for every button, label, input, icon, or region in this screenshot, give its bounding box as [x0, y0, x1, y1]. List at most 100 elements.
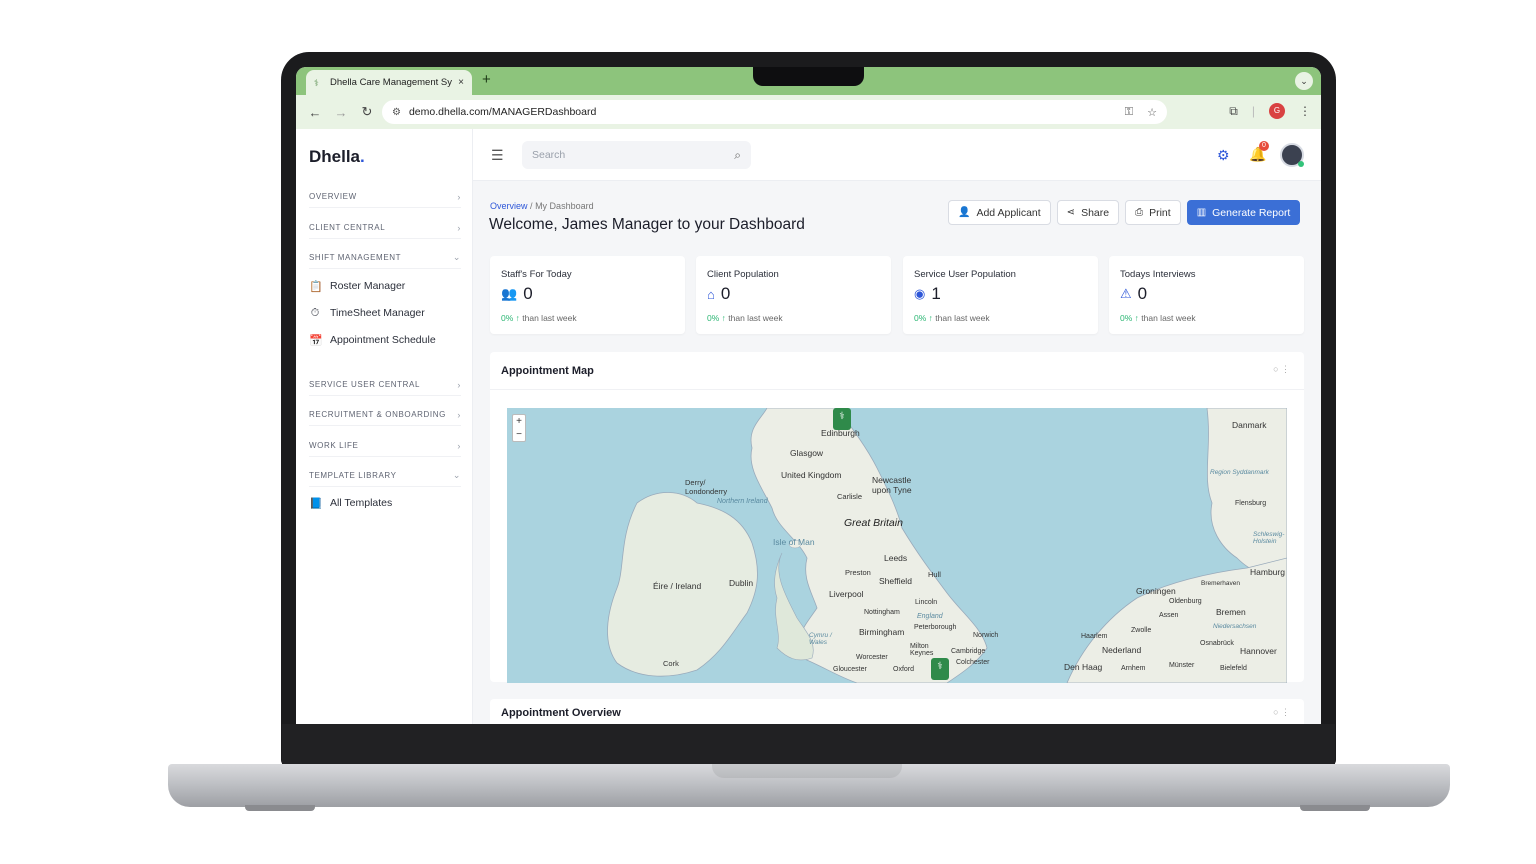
reload-icon[interactable]: ↻: [356, 104, 378, 120]
bookmark-star-icon[interactable]: ☆: [1147, 106, 1157, 119]
action-buttons: 👤 Add Applicant ⋖ Share ⎙ Print ▥ Generate R…: [948, 200, 1301, 225]
sidebar-section-overview[interactable]: OVERVIEW ›: [309, 186, 461, 208]
map-label: Leeds: [884, 553, 908, 563]
map-label: Great Britain: [844, 517, 903, 529]
map-label: Carlisle: [837, 492, 863, 501]
zoom-in-button[interactable]: +: [513, 415, 525, 428]
sidebar-section-client-central[interactable]: CLIENT CENTRAL ›: [309, 217, 461, 239]
address-bar[interactable]: ⚙ demo.dhella.com/MANAGERDashboard ⚿ ☆: [382, 100, 1167, 124]
map-label: Cymru / Wales: [809, 632, 832, 646]
toolbar-divider: |: [1251, 104, 1255, 118]
camera-notch: [753, 67, 864, 86]
map-label: Dublin: [729, 578, 754, 588]
sidebar-section-work-life[interactable]: WORK LIFE ›: [309, 435, 461, 457]
zoom-out-button[interactable]: −: [513, 428, 525, 441]
chevron-down-icon: ⌄: [452, 252, 461, 262]
laptop-mockup: ⚕ Dhella Care Management Sys × + ⌄ ← → ↻…: [0, 0, 1536, 864]
card-tools[interactable]: ○ ⋮: [1273, 364, 1290, 375]
browser-tab[interactable]: ⚕ Dhella Care Management Sys ×: [306, 70, 472, 95]
map-label: Arnhem: [1121, 665, 1146, 672]
card-title: Appointment Map: [501, 365, 594, 377]
sidebar-section-recruitment[interactable]: RECRUITMENT & ONBOARDING ›: [309, 404, 461, 426]
sidebar-section-shift-management[interactable]: SHIFT MANAGEMENT ⌄: [309, 247, 461, 269]
map-label: Worcester: [856, 654, 888, 661]
forward-icon[interactable]: →: [330, 105, 352, 120]
generate-report-button[interactable]: ▥ Generate Report: [1186, 200, 1301, 225]
share-icon: ⋖: [1066, 207, 1076, 218]
sidebar-section-service-user-central[interactable]: SERVICE USER CENTRAL ›: [309, 374, 461, 396]
map-land-shapes: [607, 408, 1287, 683]
breadcrumb-overview-link[interactable]: Overview: [490, 201, 528, 211]
profile-avatar-icon[interactable]: G: [1269, 103, 1285, 119]
laptop-bezel: [282, 724, 1335, 764]
sidebar-section-template-library[interactable]: TEMPLATE LIBRARY ⌄: [309, 465, 461, 487]
sidebar-item-timesheet-manager[interactable]: ⏱ TimeSheet Manager: [309, 303, 425, 323]
user-add-icon: 👤: [958, 207, 971, 218]
map-label: Éire / Ireland: [653, 581, 702, 591]
search-placeholder: Search: [532, 149, 566, 161]
print-button[interactable]: ⎙ Print: [1125, 200, 1181, 225]
notification-badge: 0: [1259, 141, 1269, 151]
map-label: Groningen: [1136, 586, 1176, 596]
printer-icon: ⎙: [1135, 207, 1144, 218]
map-label: Colchester: [956, 659, 990, 666]
map-label: Milton Keynes: [910, 643, 934, 657]
map-label: Lincoln: [915, 599, 938, 606]
password-key-icon[interactable]: ⚿: [1125, 106, 1133, 119]
map-label: Glasgow: [790, 448, 824, 458]
chevron-right-icon: ›: [457, 222, 461, 233]
share-button[interactable]: ⋖ Share: [1056, 200, 1120, 225]
card-title: Appointment Overview: [501, 707, 621, 719]
warning-triangle-icon: ⚠: [1120, 286, 1132, 301]
page-title: Welcome, James Manager to your Dashboard: [489, 216, 805, 233]
card-tools[interactable]: ○ ⋮: [1273, 707, 1290, 718]
appointment-map-card: Appointment Map ○ ⋮ + − Edinburgh Glasgo…: [490, 352, 1304, 683]
browser-menu-icon[interactable]: ⋮: [1299, 104, 1311, 118]
user-circle-icon: ◉: [914, 286, 926, 301]
map-label: Nottingham: [864, 609, 900, 616]
sidebar-item-all-templates[interactable]: 📘 All Templates: [309, 493, 392, 513]
close-tab-icon[interactable]: ×: [458, 77, 464, 88]
map-label: Isle of Man: [773, 537, 815, 547]
stat-value: 0: [523, 284, 533, 303]
breadcrumb-current: My Dashboard: [535, 201, 594, 211]
map-label: Liverpool: [829, 589, 864, 599]
sidebar-item-appointment-schedule[interactable]: 📅 Appointment Schedule: [309, 330, 436, 350]
back-icon[interactable]: ←: [304, 105, 326, 120]
new-tab-button[interactable]: +: [482, 71, 491, 88]
map-label: Newcastle upon Tyne: [872, 475, 912, 495]
map-label: United Kingdom: [781, 470, 842, 480]
stat-card-todays-interviews: Todays Interviews ⚠ 0 0% ↑ than last week: [1109, 256, 1304, 334]
laptop-screen: ⚕ Dhella Care Management Sys × + ⌄ ← → ↻…: [296, 67, 1321, 724]
add-applicant-button[interactable]: 👤 Add Applicant: [948, 200, 1051, 225]
map-label: Norwich: [973, 632, 999, 639]
map-label: Danmark: [1232, 420, 1267, 430]
map-label: Schleswig-Holstein: [1253, 531, 1285, 545]
map-zoom-control: + −: [512, 414, 526, 442]
app-logo[interactable]: Dhella.: [309, 147, 365, 167]
tab-search-button[interactable]: ⌄: [1295, 72, 1313, 90]
map-label: Osnabrück: [1200, 640, 1234, 647]
appointment-overview-card: Appointment Overview ○ ⋮: [490, 699, 1304, 724]
book-icon: 📘: [309, 497, 323, 510]
appointment-pin-icon[interactable]: ⚕: [833, 408, 851, 430]
settings-gear-icon[interactable]: ⚙: [1217, 147, 1230, 164]
extensions-icon[interactable]: ⧉: [1229, 104, 1238, 119]
stat-value: 0: [1137, 284, 1148, 303]
sidebar-item-roster-manager[interactable]: 📋 Roster Manager: [309, 276, 405, 296]
map-label: Hull: [928, 570, 941, 579]
map-label: Preston: [845, 568, 871, 577]
search-icon[interactable]: ⌕: [734, 148, 741, 163]
site-info-icon[interactable]: ⚙: [392, 107, 401, 118]
appointment-pin-icon[interactable]: ⚕: [931, 658, 949, 680]
map-label: Birmingham: [859, 627, 905, 637]
map-label: Assen: [1159, 612, 1179, 619]
app-header: ☰ Search ⌕ ⚙ 🔔 0: [473, 129, 1321, 181]
map-label: Den Haag: [1064, 662, 1103, 672]
appointment-map[interactable]: + − Edinburgh Glasgow United Kingdom New…: [507, 408, 1287, 683]
map-label: Bremen: [1216, 607, 1246, 617]
map-label: Bremerhaven: [1201, 580, 1241, 587]
menu-toggle-icon[interactable]: ☰: [491, 147, 504, 164]
search-input[interactable]: Search ⌕: [522, 141, 751, 169]
breadcrumb: Overview / My Dashboard: [490, 201, 594, 211]
